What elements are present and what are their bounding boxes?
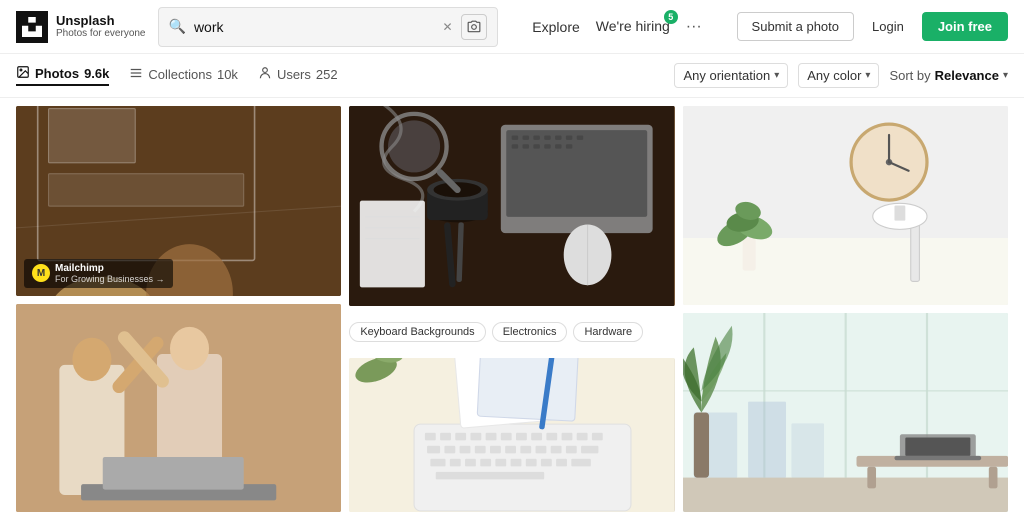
collections-tab-icon (129, 66, 143, 83)
mailchimp-logo-icon: M (32, 264, 50, 282)
mailchimp-text: Mailchimp For Growing Businesses → (55, 263, 165, 284)
search-bar[interactable]: 🔍 ✕ (158, 7, 498, 47)
sort-prefix: Sort by (889, 68, 930, 83)
photo-office-plants[interactable] (683, 313, 1008, 512)
header-actions: Submit a photo Login Join free (737, 12, 1008, 41)
nav-hiring-wrap: We're hiring 5 (596, 18, 670, 36)
mailchimp-badge[interactable]: M Mailchimp For Growing Businesses → (24, 259, 173, 288)
camera-search-icon[interactable] (461, 14, 487, 40)
orientation-dropdown[interactable]: Any orientation ▾ (674, 63, 788, 88)
desk-svg (349, 106, 674, 306)
sketch-photo-content: M Mailchimp For Growing Businesses → (16, 106, 341, 296)
users-tab-icon (258, 66, 272, 83)
search-icon: 🔍 (169, 18, 186, 35)
tab-users[interactable]: Users 252 (258, 66, 338, 85)
sort-chevron: ▾ (1003, 70, 1008, 81)
photo-overlay-mailchimp: M Mailchimp For Growing Businesses → (16, 251, 341, 296)
logo-name: Unsplash (56, 13, 146, 29)
tags-container: Keyboard Backgrounds Electronics Hardwar… (349, 314, 674, 350)
photo-sketch[interactable]: M Mailchimp For Growing Businesses → (16, 106, 341, 296)
search-input[interactable] (194, 19, 435, 35)
grid-col-3 (683, 106, 1008, 512)
orientation-chevron: ▾ (774, 70, 779, 81)
photo-grid: M Mailchimp For Growing Businesses → (0, 98, 1024, 520)
header: Unsplash Photos for everyone 🔍 ✕ Explore… (0, 0, 1024, 54)
tab-collections[interactable]: Collections 10k (129, 66, 238, 85)
submit-photo-button[interactable]: Submit a photo (737, 12, 854, 41)
nav-links: Explore We're hiring 5 ··· (510, 18, 725, 36)
grid-col-2: Keyboard Backgrounds Electronics Hardwar… (349, 106, 674, 512)
photo-notebook-keyboard[interactable] (349, 358, 674, 512)
photo-highfive[interactable] (16, 304, 341, 512)
highfive-svg (16, 304, 341, 512)
photos-tab-icon (16, 65, 30, 82)
tag-hardware[interactable]: Hardware (573, 322, 643, 342)
clear-icon[interactable]: ✕ (442, 20, 452, 34)
logo-tagline: Photos for everyone (56, 28, 146, 40)
tag-keyboard[interactable]: Keyboard Backgrounds (349, 322, 485, 342)
photo-wall-clock[interactable] (683, 106, 1008, 305)
login-button[interactable]: Login (864, 13, 912, 40)
notebook-keyboard-svg (349, 358, 674, 512)
nav-more[interactable]: ··· (686, 18, 702, 36)
tag-electronics[interactable]: Electronics (492, 322, 568, 342)
logo-area: Unsplash Photos for everyone (16, 11, 146, 43)
filter-tabs: Photos 9.6k Collections 10k Users 252 (16, 65, 674, 86)
grid-col-1: M Mailchimp For Growing Businesses → (16, 106, 341, 512)
office-plants-svg (683, 313, 1008, 512)
color-chevron: ▾ (865, 70, 870, 81)
filter-bar: Photos 9.6k Collections 10k Users 252 An… (0, 54, 1024, 98)
mailchimp-sub: For Growing Businesses → (55, 274, 165, 284)
sort-value: Relevance (935, 68, 999, 83)
collections-tab-count: 10k (217, 67, 238, 82)
wall-clock-svg (683, 106, 1008, 305)
sort-control[interactable]: Sort by Relevance ▾ (889, 68, 1008, 83)
color-dropdown[interactable]: Any color ▾ (798, 63, 879, 88)
photo-tags-row: Keyboard Backgrounds Electronics Hardwar… (349, 318, 674, 346)
color-label: Any color (807, 68, 861, 83)
tab-photos[interactable]: Photos 9.6k (16, 65, 109, 86)
orientation-label: Any orientation (683, 68, 770, 83)
collections-tab-label: Collections (148, 67, 212, 82)
unsplash-logo-icon[interactable] (16, 11, 48, 43)
join-button[interactable]: Join free (922, 12, 1008, 41)
nav-hiring[interactable]: We're hiring (596, 18, 670, 34)
photos-tab-label: Photos (35, 66, 79, 81)
hiring-badge: 5 (664, 10, 678, 24)
users-tab-count: 252 (316, 67, 338, 82)
nav-explore[interactable]: Explore (532, 19, 579, 35)
filter-controls: Any orientation ▾ Any color ▾ Sort by Re… (674, 63, 1008, 88)
mailchimp-name: Mailchimp (55, 263, 165, 274)
photo-desk[interactable] (349, 106, 674, 306)
logo-text: Unsplash Photos for everyone (56, 13, 146, 41)
users-tab-label: Users (277, 67, 311, 82)
photos-tab-count: 9.6k (84, 66, 109, 81)
